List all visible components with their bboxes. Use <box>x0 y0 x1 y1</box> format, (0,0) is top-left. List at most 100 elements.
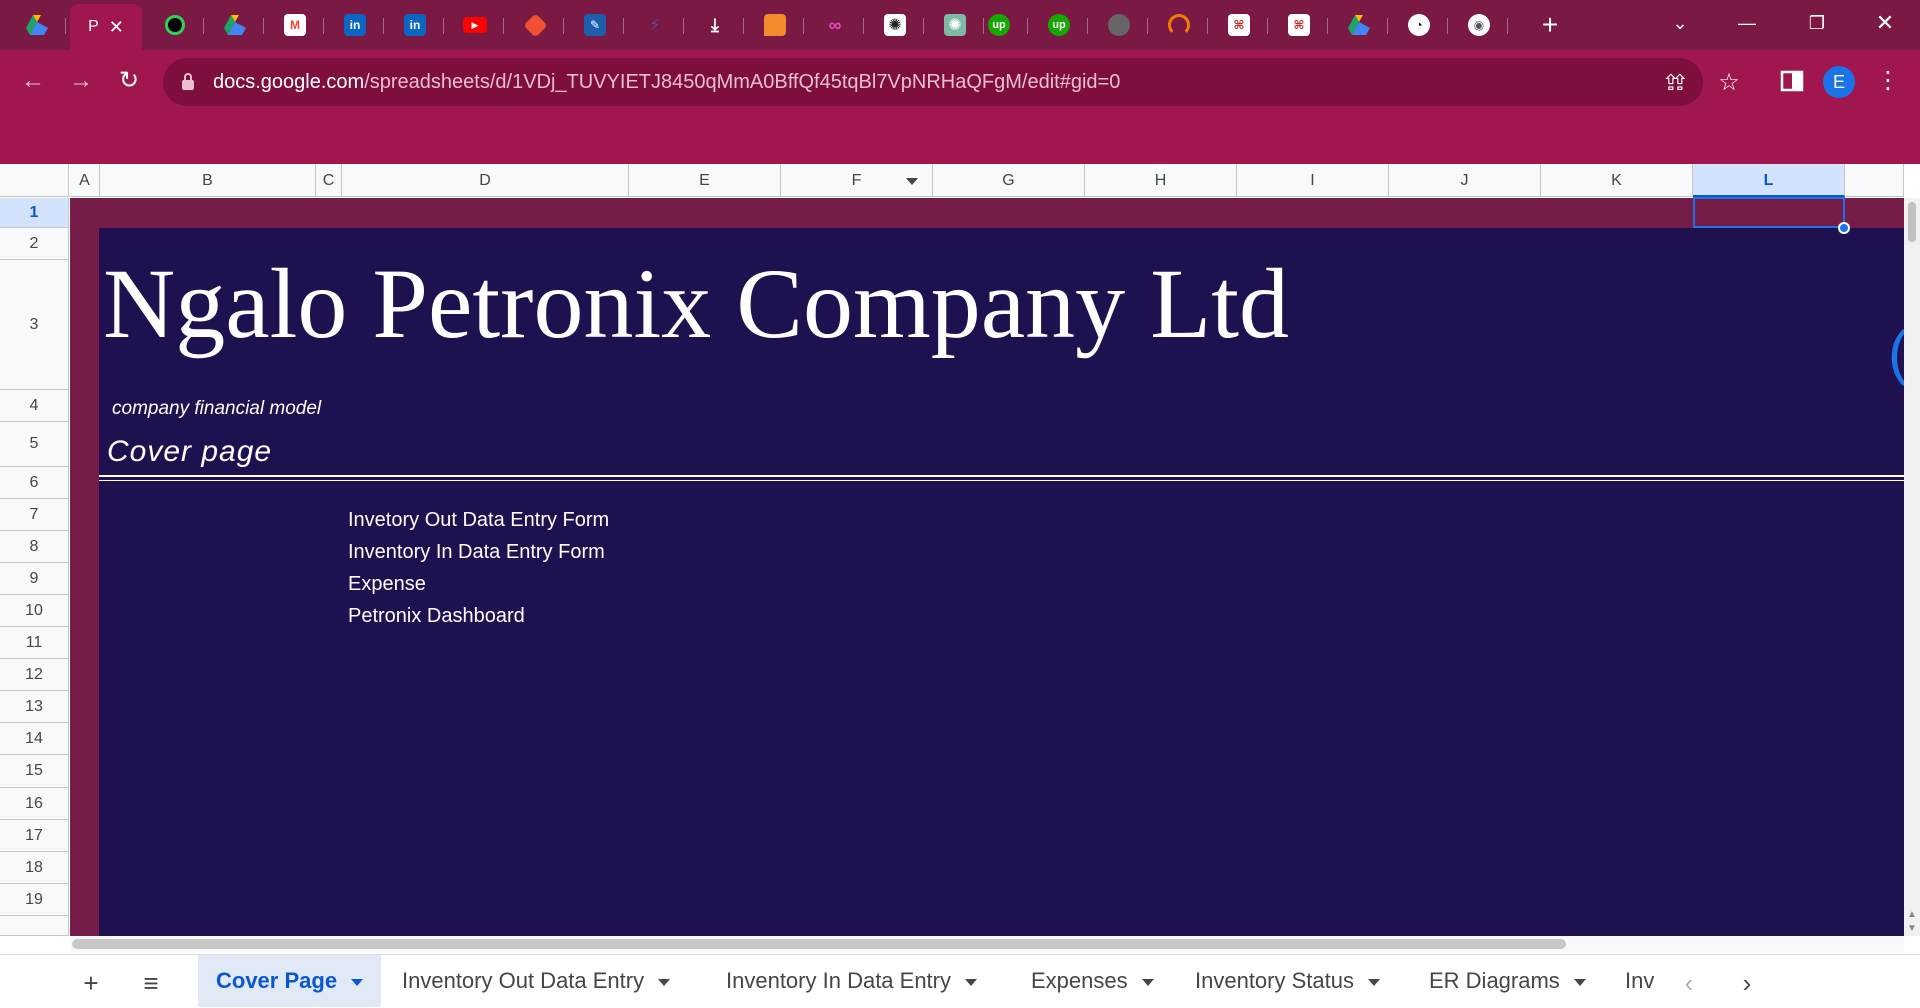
url-text[interactable]: docs.google.com/spreadsheets/d/1VDj_TUVY… <box>213 71 1120 94</box>
bookmark-star-icon[interactable]: ☆ <box>1714 68 1744 98</box>
close-window-button[interactable]: ✕ <box>1860 8 1910 38</box>
browser-menu-icon[interactable]: ⋮ <box>1876 64 1900 98</box>
sheet-tab-er-diagrams[interactable]: ER Diagrams <box>1411 955 1604 1007</box>
column-header-d[interactable]: D <box>342 164 629 197</box>
vertical-scroll-thumb[interactable] <box>1908 202 1916 242</box>
scroll-tabs-right-icon[interactable]: › <box>1727 963 1767 1003</box>
share-page-icon[interactable]: ⇪ <box>1665 68 1695 98</box>
horizontal-scrollbar[interactable] <box>70 936 1904 952</box>
tab-search-icon[interactable]: ⌄ <box>1655 8 1705 38</box>
browser-tab-ring[interactable] <box>146 6 204 44</box>
column-header-k[interactable]: K <box>1541 164 1693 197</box>
browser-tab-chatgpt[interactable]: ✺ <box>866 6 924 44</box>
row-header-7[interactable]: 7 <box>0 499 69 531</box>
address-bar[interactable]: docs.google.com/spreadsheets/d/1VDj_TUVY… <box>163 58 1703 106</box>
sheet-tab-menu-icon[interactable] <box>1141 978 1154 986</box>
column-header-h[interactable]: H <box>1085 164 1237 197</box>
sheet-tab-menu-icon[interactable] <box>1367 978 1380 986</box>
column-header-l[interactable]: L <box>1693 164 1845 197</box>
sheet-tab-inv-truncated[interactable]: Inv <box>1607 955 1657 1007</box>
browser-tab-google-drive[interactable] <box>8 6 66 44</box>
all-sheets-menu-icon[interactable]: ≡ <box>131 963 171 1003</box>
browser-tab-google-drive-3[interactable] <box>1330 6 1388 44</box>
cover-page-canvas[interactable]: Ngalo Petronix Company Ltd company finan… <box>70 198 1904 936</box>
scroll-tabs-left-icon[interactable]: ‹ <box>1669 963 1709 1003</box>
select-all-corner[interactable] <box>0 164 69 197</box>
browser-tab-git[interactable] <box>506 6 564 44</box>
row-header-6[interactable]: 6 <box>0 467 69 499</box>
row-header-3[interactable]: 3 <box>0 260 69 390</box>
restore-window-button[interactable]: ❐ <box>1792 8 1842 38</box>
selected-cell-l1[interactable] <box>1693 197 1845 228</box>
row-header-14[interactable]: 14 <box>0 723 69 755</box>
column-header-c[interactable]: C <box>316 164 342 197</box>
minimize-window-button[interactable]: — <box>1722 8 1772 38</box>
new-tab-button[interactable]: + <box>1535 8 1565 42</box>
vertical-scrollbar[interactable]: ▲ ▼ <box>1904 198 1920 936</box>
browser-tab-doc-2[interactable]: ⌘ <box>1270 6 1328 44</box>
link-inventory-in-form[interactable]: Inventory In Data Entry Form <box>348 541 605 564</box>
sheet-tab-menu-icon[interactable] <box>1573 978 1586 986</box>
browser-tab-chrome[interactable]: ◉ <box>1450 6 1508 44</box>
sheet-tab-inventory-in[interactable]: Inventory In Data Entry <box>708 955 995 1007</box>
row-header-8[interactable]: 8 <box>0 531 69 563</box>
browser-tab-doc[interactable]: ⌘ <box>1210 6 1268 44</box>
browser-tab-linkedin[interactable]: in <box>326 6 384 44</box>
browser-tab-downloads[interactable]: ⤓ <box>686 6 744 44</box>
row-header-12[interactable]: 12 <box>0 659 69 691</box>
column-header-j[interactable]: J <box>1389 164 1541 197</box>
column-header-i[interactable]: I <box>1237 164 1389 197</box>
filter-dropdown-icon[interactable] <box>906 178 918 185</box>
browser-tab-youtube[interactable]: ▶ <box>446 6 504 44</box>
row-header-16[interactable]: 16 <box>0 788 69 820</box>
close-tab-icon[interactable]: ✕ <box>109 17 124 38</box>
row-header-15[interactable]: 15 <box>0 755 69 788</box>
browser-tab-bolt[interactable]: ⚡ <box>626 6 684 44</box>
fill-handle[interactable] <box>1838 222 1850 234</box>
scroll-up-icon[interactable]: ▲ <box>1907 910 1917 920</box>
forward-button[interactable]: → <box>64 64 98 98</box>
sheet-tab-cover-page[interactable]: Cover Page <box>198 955 382 1007</box>
sheet-tab-menu-icon[interactable] <box>658 978 671 986</box>
browser-tab-chat[interactable] <box>746 6 804 44</box>
sheet-tab-menu-icon[interactable] <box>965 978 977 986</box>
browser-tab-loading[interactable] <box>1150 6 1208 44</box>
browser-tab-gauge[interactable]: ◔ <box>1390 6 1448 44</box>
row-header-18[interactable]: 18 <box>0 852 69 884</box>
browser-tab-feather[interactable]: ✎ <box>566 6 624 44</box>
horizontal-scroll-thumb[interactable] <box>72 939 1566 949</box>
add-sheet-icon[interactable]: + <box>71 963 111 1003</box>
browser-tab-google-drive-2[interactable] <box>206 6 264 44</box>
browser-tab-globe[interactable] <box>1090 6 1148 44</box>
link-petronix-dashboard[interactable]: Petronix Dashboard <box>348 605 525 628</box>
link-expense[interactable]: Expense <box>348 573 426 596</box>
browser-tab-active[interactable]: P ✕ <box>70 4 142 50</box>
sheet-tab-inventory-status[interactable]: Inventory Status <box>1177 955 1398 1007</box>
side-panel-icon[interactable] <box>1777 64 1807 98</box>
column-header-b[interactable]: B <box>100 164 316 197</box>
scroll-down-icon[interactable]: ▼ <box>1907 924 1917 934</box>
column-header-e[interactable]: E <box>629 164 781 197</box>
browser-tab-upwork-2[interactable]: up <box>1030 6 1088 44</box>
column-header-a[interactable]: A <box>70 164 100 197</box>
sheet-tab-menu-icon[interactable] <box>351 978 364 986</box>
row-header-4[interactable]: 4 <box>0 390 69 422</box>
row-header-9[interactable]: 9 <box>0 563 69 595</box>
browser-tab-upwork[interactable]: up <box>970 6 1028 44</box>
row-header-19[interactable]: 19 <box>0 884 69 916</box>
reload-button[interactable]: ↻ <box>112 64 146 98</box>
link-inventory-out-form[interactable]: Invetory Out Data Entry Form <box>348 509 609 532</box>
browser-tab-gmail[interactable]: M <box>266 6 324 44</box>
row-header-1[interactable]: 1 <box>0 198 69 228</box>
row-header-2[interactable]: 2 <box>0 228 69 260</box>
back-button[interactable]: ← <box>16 64 50 98</box>
column-header-f[interactable]: F <box>781 164 933 197</box>
row-header-17[interactable]: 17 <box>0 820 69 852</box>
row-header-11[interactable]: 11 <box>0 627 69 659</box>
row-header-13[interactable]: 13 <box>0 691 69 723</box>
row-header-10[interactable]: 10 <box>0 595 69 627</box>
row-header-20[interactable] <box>0 916 69 936</box>
sheet-tab-inventory-out[interactable]: Inventory Out Data Entry <box>384 955 688 1007</box>
row-header-5[interactable]: 5 <box>0 422 69 467</box>
sheet-tab-expenses[interactable]: Expenses <box>1013 955 1172 1007</box>
